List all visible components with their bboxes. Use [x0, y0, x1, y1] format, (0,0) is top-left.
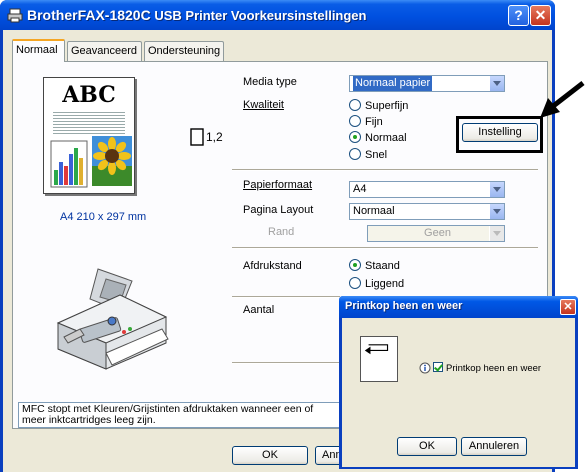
quality-option-label: Fijn	[365, 116, 383, 128]
printer-icon	[7, 8, 23, 23]
tab-geavanceerd[interactable]: Geavanceerd	[67, 41, 142, 61]
tab-ondersteuning[interactable]: Ondersteuning	[144, 41, 224, 61]
border-value: Geen	[424, 227, 451, 239]
paper-size-value: A4	[353, 183, 367, 195]
paper-size-readout: A4 210 x 297 mm	[60, 211, 147, 223]
popup-close-button[interactable]: ✕	[560, 299, 576, 315]
orientation-label: Afdrukstand	[243, 260, 302, 272]
quality-option-label: Snel	[365, 149, 388, 161]
arrow-pointer-icon	[540, 81, 585, 118]
quality-radio-fijn[interactable]: Fijn	[349, 115, 383, 128]
radio-icon[interactable]	[349, 277, 361, 289]
callout-box	[456, 116, 543, 153]
title-rest: USB Printer Voorkeursinstellingen	[154, 8, 367, 23]
ok-button[interactable]: OK	[232, 446, 308, 465]
section-divider	[232, 247, 538, 249]
preview-sample-text: ABC	[62, 82, 116, 108]
radio-icon[interactable]	[349, 115, 361, 127]
paper-size-label: Papierformaat	[243, 179, 313, 191]
status-note: MFC stopt met Kleuren/Grijstinten afdruk…	[18, 402, 344, 428]
copies-label: Aantal	[243, 304, 275, 316]
chevron-down-icon[interactable]	[489, 76, 504, 91]
popup-cancel-button[interactable]: Annuleren	[461, 437, 527, 456]
copies-icon	[190, 128, 204, 146]
chevron-down-icon[interactable]	[489, 204, 504, 219]
printhead-checkbox-label: Printkop heen en weer	[446, 363, 542, 374]
page-layout-value: Normaal	[353, 205, 395, 217]
orientation-option-label: Staand	[365, 260, 400, 272]
radio-selected-icon[interactable]	[349, 131, 361, 143]
chevron-down-icon[interactable]	[489, 182, 504, 197]
fax-machine-illustration	[56, 268, 169, 370]
page-layout-label: Pagina Layout	[243, 204, 314, 216]
tab-normaal[interactable]: Normaal	[12, 39, 65, 62]
quality-option-label: Superfijn	[365, 100, 409, 112]
sunflower-image	[92, 136, 132, 186]
collate-copies-text: 1,2	[206, 130, 223, 144]
quality-radio-superfijn[interactable]: Superfijn	[349, 99, 408, 112]
media-type-value: Normaal papier	[353, 76, 433, 91]
orientation-radio-staand[interactable]: Staand	[349, 259, 400, 272]
title-model: FAX-1820C	[77, 7, 151, 23]
border-select: Geen	[367, 225, 505, 242]
quality-label: Kwaliteit	[243, 99, 284, 111]
popup-ok-button[interactable]: OK	[397, 437, 457, 456]
quality-radio-normaal[interactable]: Normaal	[349, 131, 407, 144]
media-type-select[interactable]: Normaal papier	[349, 75, 505, 92]
section-divider	[232, 169, 538, 171]
page-preview: ABC	[43, 77, 135, 194]
close-button[interactable]: ✕	[530, 5, 551, 26]
print-direction-icon	[360, 336, 398, 382]
chevron-down-icon	[489, 226, 504, 241]
radio-icon[interactable]	[349, 148, 361, 160]
bar-chart-icon	[50, 140, 88, 188]
paper-size-select[interactable]: A4	[349, 181, 505, 198]
quality-radio-snel[interactable]: Snel	[349, 148, 387, 161]
page-layout-select[interactable]: Normaal	[349, 203, 505, 220]
info-icon	[419, 362, 431, 374]
window-title: BrotherFAX-1820C USB Printer Voorkeursin…	[27, 7, 366, 23]
title-brand: Brother	[27, 7, 78, 23]
orientation-option-label: Liggend	[365, 278, 405, 290]
media-type-label: Media type	[243, 76, 297, 88]
printhead-checkbox[interactable]: Printkop heen en weer	[433, 362, 541, 374]
radio-icon[interactable]	[349, 99, 361, 111]
orientation-radio-liggend[interactable]: Liggend	[349, 277, 404, 290]
radio-selected-icon[interactable]	[349, 259, 361, 271]
section-divider	[232, 362, 340, 364]
preview-text-lines	[53, 112, 125, 134]
border-label: Rand	[268, 226, 295, 238]
popup-title: Printkop heen en weer	[345, 300, 463, 312]
quality-option-label: Normaal	[365, 132, 407, 144]
checkbox-checked-icon[interactable]	[433, 362, 443, 372]
section-divider	[232, 296, 340, 298]
help-button[interactable]: ?	[508, 5, 529, 26]
